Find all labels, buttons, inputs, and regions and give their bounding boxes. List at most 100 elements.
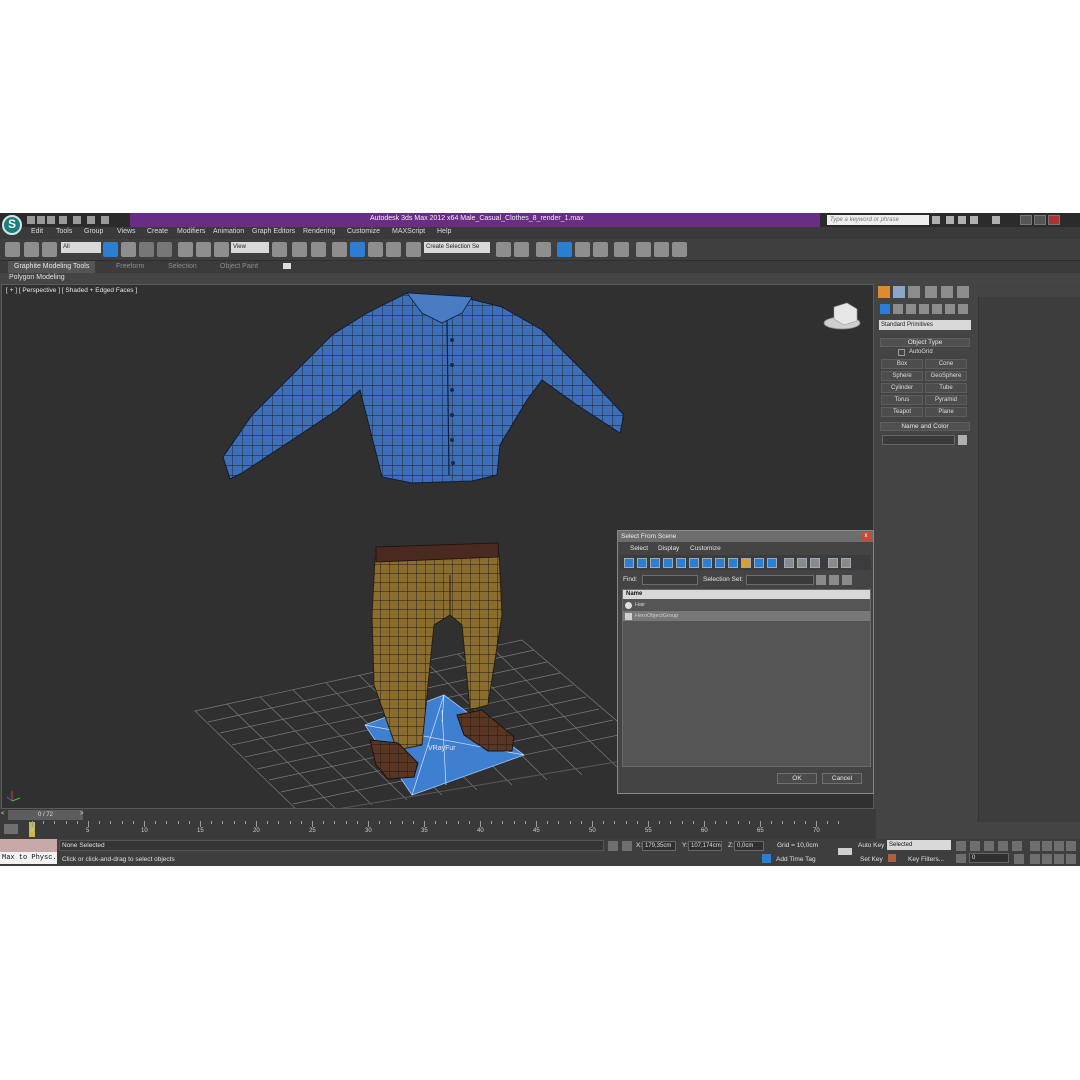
menu-create[interactable]: Create xyxy=(147,228,168,235)
lights-icon[interactable] xyxy=(906,304,916,314)
angle-snap-icon[interactable] xyxy=(350,242,365,257)
z-coord-field[interactable]: 0,0cm xyxy=(734,841,764,851)
curve-editor-icon[interactable] xyxy=(575,242,590,257)
rotate-icon[interactable] xyxy=(196,242,211,257)
hierarchy-tab-icon[interactable] xyxy=(908,286,920,298)
menu-modifiers[interactable]: Modifiers xyxy=(177,228,205,235)
remove-selection-set-icon[interactable] xyxy=(829,575,839,585)
x-coord-field[interactable]: 179,35cm xyxy=(642,841,676,851)
select-by-name-icon[interactable] xyxy=(121,242,136,257)
dialog-menu-display[interactable]: Display xyxy=(658,545,679,552)
select-invert-icon[interactable] xyxy=(810,558,820,568)
keyboard-shortcut-icon[interactable] xyxy=(311,242,326,257)
filter-frozen-icon[interactable] xyxy=(754,558,764,568)
move-icon[interactable] xyxy=(178,242,193,257)
cone-button[interactable]: Cone xyxy=(925,359,967,369)
filter-groups-icon[interactable] xyxy=(702,558,712,568)
filter-geometry-icon[interactable] xyxy=(624,558,634,568)
cancel-button[interactable]: Cancel xyxy=(822,773,862,784)
maximize-button[interactable] xyxy=(1034,215,1046,225)
mirror-icon[interactable] xyxy=(496,242,511,257)
tab-selection[interactable]: Selection xyxy=(162,261,203,273)
previous-frame-icon[interactable] xyxy=(970,841,980,851)
selection-lock-icon[interactable] xyxy=(608,841,618,851)
render-setup-icon[interactable] xyxy=(636,242,651,257)
find-input[interactable] xyxy=(642,575,698,585)
bind-space-warp-icon[interactable] xyxy=(42,242,57,257)
list-item-heroobjectgroup[interactable]: HeroObjectGroup xyxy=(623,611,870,621)
filter-lights-icon[interactable] xyxy=(650,558,660,568)
field-of-view-icon[interactable] xyxy=(1030,854,1040,864)
y-coord-field[interactable]: 107,174cm xyxy=(688,841,722,851)
object-type-rollout[interactable]: Object Type xyxy=(880,338,970,347)
filter-shapes-icon[interactable] xyxy=(637,558,647,568)
help-icon[interactable] xyxy=(992,216,1000,224)
dialog-menu-select[interactable]: Select xyxy=(630,545,648,552)
filter-spacewarps-icon[interactable] xyxy=(689,558,699,568)
select-object-icon[interactable] xyxy=(103,242,118,257)
project-folder-icon[interactable] xyxy=(101,216,109,224)
filter-xrefs-icon[interactable] xyxy=(715,558,725,568)
zoom-extents-all-icon[interactable] xyxy=(1066,841,1076,851)
default-tangent-icon[interactable] xyxy=(888,854,896,862)
absolute-mode-icon[interactable] xyxy=(622,841,632,851)
select-none-icon[interactable] xyxy=(797,558,807,568)
key-mode-dropdown[interactable]: Selected xyxy=(887,840,951,850)
cylinder-button[interactable]: Cylinder xyxy=(881,383,923,393)
geosphere-button[interactable]: GeoSphere xyxy=(925,371,967,381)
box-button[interactable]: Box xyxy=(881,359,923,369)
close-window-button[interactable] xyxy=(1048,215,1060,225)
scale-icon[interactable] xyxy=(214,242,229,257)
hold-icon[interactable] xyxy=(87,216,95,224)
key-mode-toggle-icon[interactable] xyxy=(956,854,966,863)
time-slider-thumb[interactable]: 0 / 72 xyxy=(8,810,83,820)
spinner-snap-icon[interactable] xyxy=(386,242,401,257)
go-to-end-icon[interactable] xyxy=(1012,841,1022,851)
snaps-toggle-icon[interactable] xyxy=(332,242,347,257)
new-file-icon[interactable] xyxy=(27,216,35,224)
filter-bones-icon[interactable] xyxy=(728,558,738,568)
favorites-icon[interactable] xyxy=(970,216,978,224)
create-tab-icon[interactable] xyxy=(878,286,890,298)
zoom-extents-icon[interactable] xyxy=(1054,841,1064,851)
list-item-hair[interactable]: Hair xyxy=(623,600,870,610)
ribbon-options-icon[interactable] xyxy=(283,263,291,269)
select-link-icon[interactable] xyxy=(5,242,20,257)
create-selection-set-icon[interactable] xyxy=(816,575,826,585)
dialog-close-button[interactable]: x xyxy=(861,532,871,541)
rectangular-selection-icon[interactable] xyxy=(139,242,154,257)
object-color-swatch[interactable] xyxy=(958,435,967,445)
key-filters-button[interactable]: Key Filters... xyxy=(908,856,944,863)
time-next-icon[interactable]: > xyxy=(80,811,86,819)
menu-edit[interactable]: Edit xyxy=(31,228,43,235)
edit-named-selection-icon[interactable] xyxy=(406,242,421,257)
modify-tab-icon[interactable] xyxy=(893,286,905,298)
menu-rendering[interactable]: Rendering xyxy=(303,228,335,235)
pan-icon[interactable] xyxy=(1042,854,1052,864)
select-all-icon[interactable] xyxy=(784,558,794,568)
save-file-icon[interactable] xyxy=(47,216,55,224)
add-to-selection-set-icon[interactable] xyxy=(842,575,852,585)
shapes-icon[interactable] xyxy=(893,304,903,314)
search-input[interactable]: Type a keyword or phrase xyxy=(827,215,929,225)
next-frame-icon[interactable] xyxy=(998,841,1008,851)
maxscript-listener-output[interactable] xyxy=(0,839,57,852)
filter-helpers-icon[interactable] xyxy=(676,558,686,568)
pyramid-button[interactable]: Pyramid xyxy=(925,395,967,405)
filter-containers-icon[interactable] xyxy=(741,558,751,568)
minimize-button[interactable] xyxy=(1020,215,1032,225)
motion-tab-icon[interactable] xyxy=(925,286,937,298)
sphere-button[interactable]: Sphere xyxy=(881,371,923,381)
spacewarps-icon[interactable] xyxy=(945,304,955,314)
open-file-icon[interactable] xyxy=(37,216,45,224)
time-slider[interactable] xyxy=(0,809,876,821)
menu-maxscript[interactable]: MAXScript xyxy=(392,228,425,235)
autogrid-checkbox[interactable] xyxy=(898,349,905,356)
menu-customize[interactable]: Customize xyxy=(347,228,380,235)
teapot-button[interactable]: Teapot xyxy=(881,407,923,417)
sync-selection-icon[interactable] xyxy=(841,558,851,568)
tube-button[interactable]: Tube xyxy=(925,383,967,393)
tab-freeform[interactable]: Freeform xyxy=(110,261,150,273)
graphite-toggle-icon[interactable] xyxy=(557,242,572,257)
maxscript-listener-input[interactable]: Max to Physc. xyxy=(0,852,57,864)
